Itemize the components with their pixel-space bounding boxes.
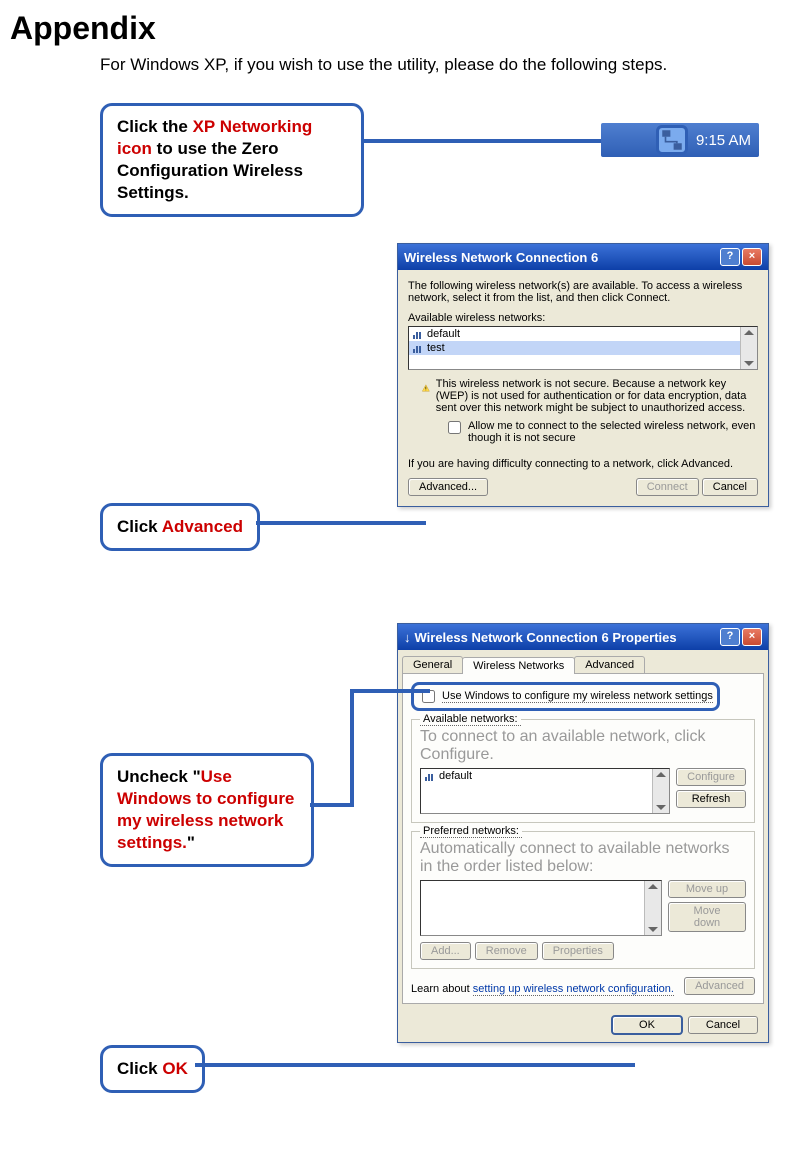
movedown-button[interactable]: Move down — [668, 902, 746, 932]
intro-text: For Windows XP, if you wish to use the u… — [100, 55, 789, 75]
tab-wireless-networks[interactable]: Wireless Networks — [462, 657, 575, 674]
use-windows-label: Use Windows to configure my wireless net… — [442, 690, 713, 703]
available-listbox[interactable]: default — [420, 768, 670, 814]
signal-icon — [413, 329, 423, 339]
warning-text: This wireless network is not secure. Bec… — [436, 378, 758, 414]
preferred-listbox[interactable] — [420, 880, 662, 936]
available-networks-group: Available networks: To connect to an ava… — [411, 719, 755, 823]
network-name: default — [439, 770, 472, 782]
tray-clock: 9:15 AM — [696, 132, 751, 149]
warning-icon — [422, 378, 430, 398]
callout-text: " — [187, 833, 195, 852]
connector-line — [310, 803, 352, 807]
wireless-connection-dialog: Wireless Network Connection 6 ? × The fo… — [397, 243, 769, 507]
dialog-titlebar: Wireless Network Connection 6 ? × — [398, 244, 768, 270]
system-tray: 9:15 AM — [601, 123, 759, 157]
callout-text: Click — [117, 517, 162, 536]
help-icon[interactable]: ? — [720, 248, 740, 266]
allow-connect-checkbox[interactable]: Allow me to connect to the selected wire… — [444, 420, 758, 444]
available-label: Available wireless networks: — [408, 312, 758, 324]
signal-icon — [413, 343, 423, 353]
refresh-button[interactable]: Refresh — [676, 790, 746, 808]
group-hint: To connect to an available network, clic… — [420, 728, 746, 764]
configure-button[interactable]: Configure — [676, 768, 746, 786]
dialog-description: The following wireless network(s) are av… — [408, 280, 758, 304]
add-button[interactable]: Add... — [420, 942, 471, 960]
callout-emphasis: Advanced — [162, 517, 243, 536]
preferred-networks-group: Preferred networks: Automatically connec… — [411, 831, 755, 969]
dialog-titlebar: ↓ Wireless Network Connection 6 Properti… — [398, 624, 768, 650]
network-item[interactable]: default — [421, 769, 669, 783]
group-legend: Available networks: — [420, 713, 521, 726]
network-tray-icon[interactable] — [656, 125, 688, 155]
callout-tray: Click the XP Networking icon to use the … — [100, 103, 364, 217]
callout-ok: Click OK — [100, 1045, 205, 1093]
cancel-button[interactable]: Cancel — [702, 478, 758, 496]
page-heading: Appendix — [10, 10, 789, 47]
dialog-title: Wireless Network Connection 6 Properties — [415, 630, 677, 645]
connector-line — [350, 691, 354, 807]
dialog-title: Wireless Network Connection 6 — [404, 250, 598, 265]
scrollbar[interactable] — [644, 881, 661, 935]
advanced-button[interactable]: Advanced... — [408, 478, 488, 496]
dialog-icon: ↓ — [404, 630, 411, 645]
use-windows-checkbox-highlight: Use Windows to configure my wireless net… — [411, 682, 720, 711]
learn-text: Learn about — [411, 983, 473, 995]
remove-button[interactable]: Remove — [475, 942, 538, 960]
cancel-button[interactable]: Cancel — [688, 1016, 758, 1034]
tab-panel: Use Windows to configure my wireless net… — [402, 673, 764, 1004]
network-item[interactable]: default — [409, 327, 757, 341]
tab-general[interactable]: General — [402, 656, 463, 673]
network-name: default — [427, 328, 460, 340]
scrollbar[interactable] — [740, 327, 757, 369]
learn-link[interactable]: setting up wireless network configuratio… — [473, 983, 674, 996]
advanced-button[interactable]: Advanced — [684, 977, 755, 995]
group-legend: Preferred networks: — [420, 825, 522, 838]
network-listbox[interactable]: default test — [408, 326, 758, 370]
connector-line — [350, 689, 430, 693]
connector-line — [362, 139, 608, 143]
connector-line — [195, 1063, 635, 1067]
connect-button[interactable]: Connect — [636, 478, 699, 496]
checkbox-input[interactable] — [448, 421, 461, 434]
checkbox-label: Allow me to connect to the selected wire… — [468, 420, 758, 444]
tab-advanced[interactable]: Advanced — [574, 656, 645, 673]
group-hint: Automatically connect to available netwo… — [420, 840, 746, 876]
callout-advanced: Click Advanced — [100, 503, 260, 551]
ok-button[interactable]: OK — [612, 1016, 682, 1034]
callout-uncheck: Uncheck "Use Windows to configure my wir… — [100, 753, 314, 867]
callout-text: Click the — [117, 117, 193, 136]
network-item-selected[interactable]: test — [409, 341, 757, 355]
moveup-button[interactable]: Move up — [668, 880, 746, 898]
properties-button[interactable]: Properties — [542, 942, 614, 960]
wireless-properties-dialog: ↓ Wireless Network Connection 6 Properti… — [397, 623, 769, 1043]
network-name: test — [427, 342, 445, 354]
help-icon[interactable]: ? — [720, 628, 740, 646]
callout-emphasis: OK — [162, 1059, 188, 1078]
signal-icon — [425, 771, 435, 781]
scrollbar[interactable] — [652, 769, 669, 813]
callout-text: Uncheck " — [117, 767, 201, 786]
close-icon[interactable]: × — [742, 628, 762, 646]
tab-strip: General Wireless Networks Advanced — [398, 650, 768, 673]
close-icon[interactable]: × — [742, 248, 762, 266]
connector-line — [256, 521, 426, 525]
help-hint: If you are having difficulty connecting … — [408, 458, 758, 470]
callout-text: Click — [117, 1059, 162, 1078]
